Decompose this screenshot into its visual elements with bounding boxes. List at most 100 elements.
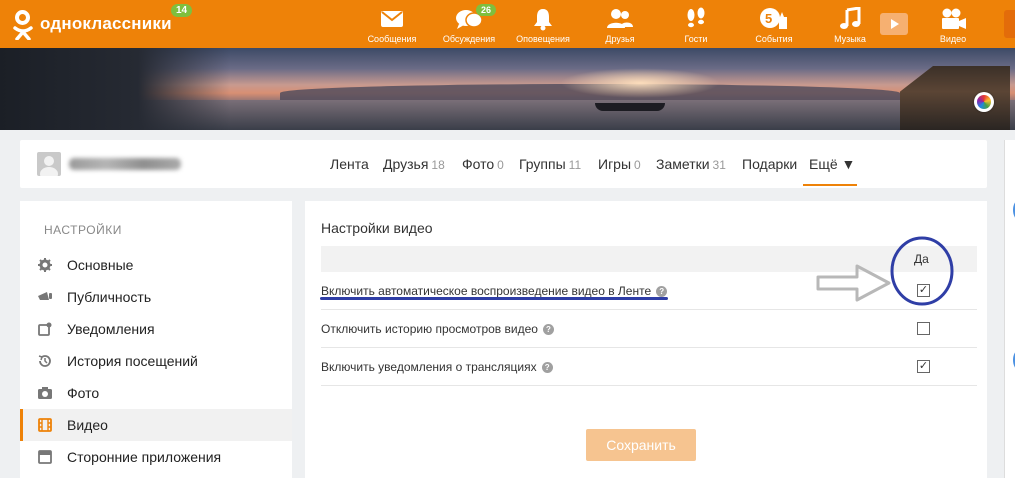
help-icon[interactable]: ? [542, 323, 554, 335]
tab-label: Фото [462, 156, 495, 172]
setting-row-autoplay: Включить автоматическое воспроизведение … [321, 272, 977, 310]
nav-label: Друзья [605, 34, 635, 44]
right-side-panel [1004, 140, 1015, 478]
nav-messages[interactable]: Сообщения [357, 6, 427, 44]
envelope-icon [357, 6, 427, 32]
autoplay-checkbox[interactable]: ✓ [917, 284, 930, 297]
film-icon [37, 417, 53, 433]
sidebar-item-label: История посещений [67, 353, 198, 369]
tab-notes[interactable]: Заметки 31 [656, 156, 726, 172]
nav-notifications[interactable]: Оповещения [508, 6, 578, 44]
sidebar-item-label: Сторонние приложения [67, 449, 222, 465]
sidebar-item-apps[interactable]: Сторонние приложения [20, 441, 292, 473]
logo-notification-badge: 14 [171, 4, 193, 17]
tab-label: Ещё ▼ [809, 156, 856, 172]
tab-label: Группы [519, 156, 566, 172]
bell-icon [508, 6, 578, 32]
tab-label: Друзья [383, 156, 429, 172]
setting-row-broadcasts: Включить уведомления о трансляциях ? ✓ [321, 348, 977, 386]
sidebar-item-label: Основные [67, 257, 134, 273]
nav-guests[interactable]: Гости [661, 6, 731, 44]
setting-label: Включить уведомления о трансляциях [321, 360, 537, 374]
history-icon [37, 353, 53, 369]
tab-groups[interactable]: Группы 11 [519, 156, 581, 172]
tab-more[interactable]: Ещё ▼ [803, 156, 857, 186]
sidebar-item-label: Публичность [67, 289, 152, 305]
nav-friends[interactable]: Друзья [585, 6, 655, 44]
music-note-icon [815, 6, 885, 32]
nav-label: Обсуждения [442, 34, 496, 44]
nav-discussions[interactable]: 26 Обсуждения [434, 4, 504, 44]
tab-count: 0 [634, 158, 641, 172]
nav-label: Гости [684, 34, 708, 44]
tab-label: Заметки [656, 156, 710, 172]
tab-friends[interactable]: Друзья 18 [383, 156, 445, 172]
nav-discussions-badge: 26 [476, 4, 497, 16]
help-icon[interactable]: ? [656, 285, 668, 297]
blurred-profile-name[interactable] [69, 158, 181, 170]
sidebar-item-video[interactable]: Видео [20, 409, 292, 441]
setting-label-wrap: Включить автоматическое воспроизведение … [321, 284, 668, 298]
nav-label: События [755, 34, 793, 44]
tab-count: 0 [497, 158, 504, 172]
tab-label: Подарки [742, 156, 798, 172]
nav-events[interactable]: 5 События [739, 6, 809, 44]
video-settings-panel: Настройки видео Да Включить автоматическ… [305, 201, 987, 478]
footprints-icon [661, 6, 731, 32]
svg-text:5: 5 [765, 11, 772, 26]
sidebar-item-label: Видео [67, 417, 108, 433]
sidebar-item-label: Фото [67, 385, 100, 401]
sidebar-title: НАСТРОЙКИ [44, 223, 122, 237]
header-right-button[interactable] [1004, 10, 1015, 38]
tab-label: Игры [598, 156, 632, 172]
save-button[interactable]: Сохранить [586, 429, 696, 461]
sidebar-item-label: Уведомления [67, 321, 155, 337]
profile-bar: Лента Друзья 18 Фото 0 Группы 11 Игры 0 Заме… [20, 140, 987, 188]
megaphone-icon [37, 289, 53, 305]
video-play-icon[interactable] [880, 13, 908, 35]
setting-label: Отключить историю просмотров видео [321, 322, 538, 336]
nav-music[interactable]: Музыка [815, 6, 885, 44]
nav-label: Оповещения [516, 34, 570, 44]
sidebar-item-photo[interactable]: Фото [20, 377, 292, 409]
nav-video[interactable]: Видео [918, 6, 988, 44]
annotation-underline [320, 297, 668, 300]
tab-count: 11 [568, 158, 582, 172]
settings-sidebar: НАСТРОЙКИ Основные Публичность Уведомлен… [20, 201, 292, 478]
nav-label: Сообщения [367, 34, 417, 44]
gear-icon [37, 257, 53, 273]
nav-label: Видео [939, 34, 967, 44]
help-icon[interactable]: ? [541, 361, 553, 373]
nav-label: Музыка [834, 34, 866, 44]
tab-gifts[interactable]: Подарки [742, 156, 797, 172]
site-logo[interactable]: одноклассники [12, 6, 172, 42]
events-five-icon: 5 [739, 6, 809, 32]
tab-feed[interactable]: Лента [330, 156, 369, 172]
video-camera-icon [918, 6, 988, 32]
ok-logo-icon [12, 8, 34, 40]
notification-icon [37, 321, 53, 337]
apps-icon [37, 449, 53, 465]
tab-label: Лента [330, 156, 369, 172]
sidebar-item-notifications[interactable]: Уведомления [20, 313, 292, 345]
column-yes-header: Да [914, 252, 929, 266]
tab-games[interactable]: Игры 0 [598, 156, 641, 172]
profile-cover-image [0, 48, 1015, 130]
top-navigation-bar: одноклассники 14 Сообщения 26 Обсуждения… [0, 0, 1015, 48]
avatar[interactable] [37, 152, 61, 176]
setting-label-wrap: Включить уведомления о трансляциях ? [321, 360, 553, 374]
sidebar-item-publicity[interactable]: Публичность [20, 281, 292, 313]
camera-icon [37, 385, 53, 401]
logo-text: одноклассники [40, 14, 172, 33]
tab-count: 18 [431, 158, 445, 172]
color-lens-icon[interactable] [974, 92, 994, 112]
broadcasts-checkbox[interactable]: ✓ [917, 360, 930, 373]
setting-row-history: Отключить историю просмотров видео ? [321, 310, 977, 348]
setting-label-wrap: Отключить историю просмотров видео ? [321, 322, 554, 336]
tab-photos[interactable]: Фото 0 [462, 156, 504, 172]
history-checkbox[interactable] [917, 322, 930, 335]
sidebar-item-history[interactable]: История посещений [20, 345, 292, 377]
friends-icon [585, 6, 655, 32]
sidebar-item-main[interactable]: Основные [20, 249, 292, 281]
settings-header-row: Да [321, 246, 977, 272]
